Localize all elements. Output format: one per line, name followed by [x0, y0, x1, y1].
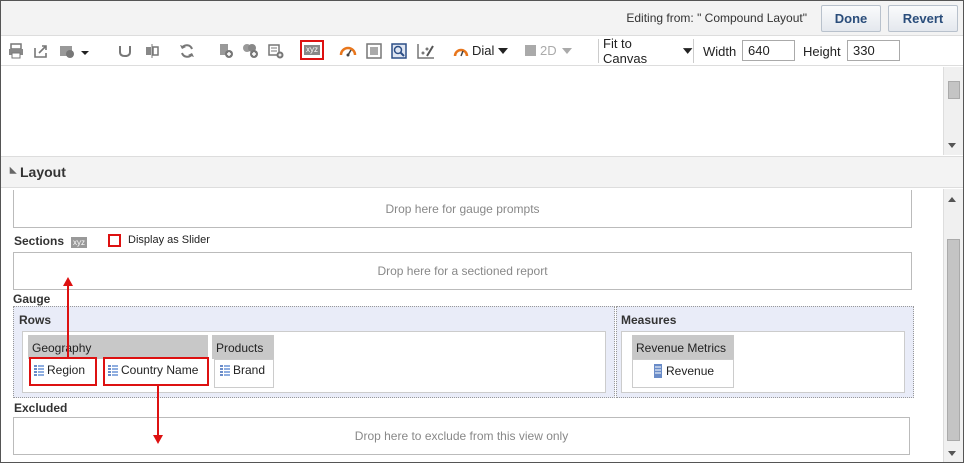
- gauge-icon[interactable]: [339, 42, 357, 60]
- chevron-down-icon: [498, 47, 509, 54]
- xyz-toggle-button[interactable]: xyz: [300, 40, 324, 60]
- column-icon: [220, 364, 230, 376]
- revenue-label: Revenue: [666, 364, 715, 378]
- sections-dropzone[interactable]: Drop here for a sectioned report: [13, 252, 912, 290]
- export-icon[interactable]: [33, 42, 49, 60]
- country-arrow-down-icon: [153, 435, 163, 444]
- xyz-icon: xyz: [304, 45, 320, 55]
- display-as-slider-checkbox[interactable]: [108, 234, 121, 247]
- chevron-down-icon: [682, 48, 693, 54]
- done-button[interactable]: Done: [821, 5, 881, 32]
- refresh-icon[interactable]: [179, 42, 195, 60]
- scroll-up-arrow[interactable]: [948, 197, 956, 202]
- scroll-down-arrow[interactable]: [948, 143, 956, 148]
- height-label: Height: [803, 44, 841, 59]
- sections-label: Sections: [14, 234, 65, 248]
- rows-label: Rows: [19, 313, 52, 327]
- preview-scrollbar[interactable]: [943, 67, 963, 155]
- undo-icon[interactable]: [117, 42, 133, 60]
- fit-to-canvas-value: Fit to Canvas: [603, 36, 648, 66]
- measures-label: Measures: [621, 313, 677, 327]
- region-arrow-line: [67, 285, 69, 357]
- width-label: Width: [703, 44, 737, 59]
- region-highlight-box: [29, 357, 97, 386]
- view-options-icon[interactable]: [59, 42, 89, 60]
- view-toolbar: xyz Dial 2D Fit to Canvas Width 640 Heig…: [1, 36, 963, 66]
- dial-icon: [453, 48, 469, 56]
- new-group-icon[interactable]: [242, 42, 260, 60]
- gauge-type-dropdown[interactable]: Dial: [453, 43, 509, 58]
- brand-column[interactable]: Brand: [220, 363, 265, 377]
- zoom-icon[interactable]: [391, 42, 407, 60]
- dimension-mode-value: 2D: [540, 43, 557, 58]
- height-input[interactable]: [847, 40, 900, 61]
- sections-xyz-icon: xyz: [71, 237, 87, 248]
- revert-button[interactable]: Revert: [888, 5, 958, 32]
- excluded-label: Excluded: [14, 401, 68, 415]
- gauge-type-value: Dial: [472, 43, 495, 58]
- table-icon[interactable]: [366, 42, 382, 60]
- layout-scrollbar[interactable]: [943, 189, 963, 462]
- chevron-down-icon: [561, 47, 572, 54]
- gauge-label: Gauge: [13, 292, 51, 306]
- editor-header: Editing from: " Compound Layout" Done Re…: [1, 1, 963, 36]
- layout-title: Layout: [20, 164, 66, 180]
- measure-icon: [654, 364, 662, 378]
- fit-to-canvas-dropdown[interactable]: Fit to Canvas: [598, 36, 694, 66]
- country-name-highlight-box: [103, 357, 209, 386]
- new-calc-icon[interactable]: [218, 42, 234, 60]
- compound-layout-editor: Editing from: " Compound Layout" Done Re…: [0, 0, 964, 463]
- width-input[interactable]: [742, 40, 795, 61]
- brand-label: Brand: [233, 363, 266, 377]
- country-arrow-line: [157, 386, 159, 436]
- layout-section-header[interactable]: Layout: [1, 156, 963, 188]
- new-item-icon[interactable]: [268, 42, 284, 60]
- scroll-down-arrow[interactable]: [948, 451, 956, 456]
- layout-scroll-thumb[interactable]: [947, 239, 960, 441]
- canvas-preview: [1, 67, 943, 155]
- swap-icon[interactable]: [144, 42, 160, 60]
- geography-header[interactable]: Geography: [28, 335, 208, 359]
- editing-from-text: Editing from: " Compound Layout": [626, 11, 807, 25]
- edit-chart-icon[interactable]: [417, 42, 435, 60]
- products-header[interactable]: Products: [212, 335, 274, 359]
- display-as-slider-label: Display as Slider: [128, 234, 210, 246]
- region-arrow-up-icon: [63, 277, 73, 286]
- excluded-dropzone[interactable]: Drop here to exclude from this view only: [13, 417, 910, 455]
- 2d-icon: [525, 45, 536, 56]
- print-icon[interactable]: [8, 42, 24, 60]
- gauge-prompts-dropzone[interactable]: Drop here for gauge prompts: [13, 190, 912, 228]
- collapse-triangle-icon[interactable]: [6, 166, 17, 178]
- preview-scroll-thumb[interactable]: [948, 81, 960, 99]
- dimension-mode-dropdown[interactable]: 2D: [525, 43, 573, 58]
- revenue-column[interactable]: Revenue: [653, 364, 714, 378]
- revenue-metrics-header[interactable]: Revenue Metrics: [632, 335, 734, 359]
- measures-dropzone[interactable]: Measures Revenue Metrics: [616, 306, 914, 398]
